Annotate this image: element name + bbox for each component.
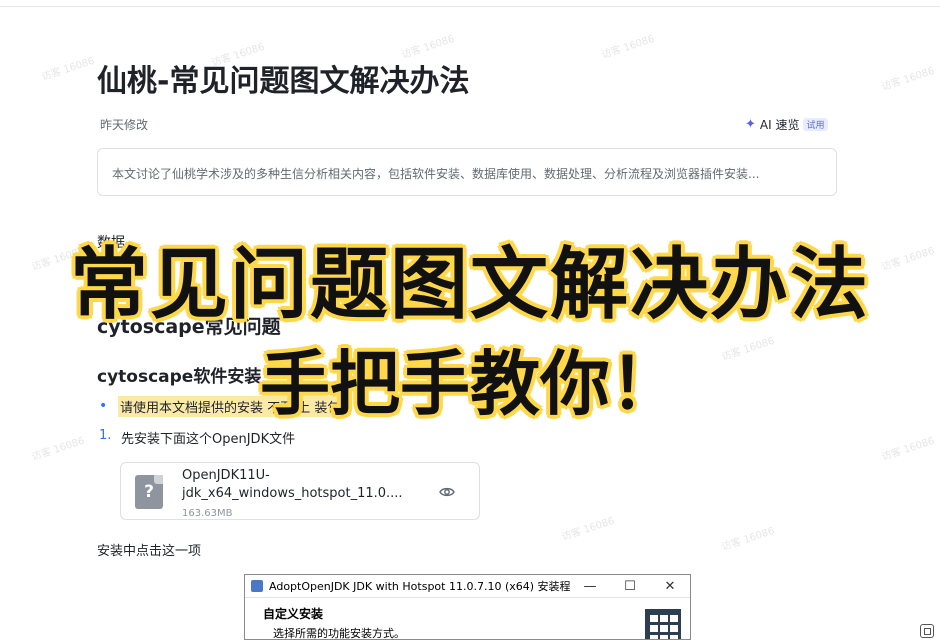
sparkle-icon: ✦ xyxy=(745,117,756,132)
installer-dialog-screenshot: AdoptOpenJDK JDK with Hotspot 11.0.7.10 … xyxy=(244,574,691,640)
list-number: 1. xyxy=(99,428,112,443)
ai-summary-box[interactable]: 本文讨论了仙桃学术涉及的多种生信分析相关内容，包括软件安装、数据库使用、数据处理… xyxy=(97,148,837,196)
list-item: 先安装下面这个OpenJDK文件 xyxy=(121,432,296,447)
side-panel-icon[interactable] xyxy=(920,624,934,638)
dialog-heading: 自定义安装 xyxy=(263,607,324,621)
watermark: 访客 16086 xyxy=(600,33,656,62)
instruction-text: 安装中点击这一项 xyxy=(97,544,202,559)
overlay-headline: 常见问题图文解决办法 xyxy=(68,239,870,332)
watermark: 访客 16086 xyxy=(880,65,936,94)
page-title: 仙桃-常见问题图文解决办法 xyxy=(97,64,470,99)
trial-badge: 试用 xyxy=(803,118,828,131)
installer-logo-icon xyxy=(645,609,681,639)
ai-summary-button[interactable]: ✦ AI 速览 试用 xyxy=(745,116,828,133)
file-attachment-card[interactable]: ? OpenJDK11U-jdk_x64_windows_hotspot_11.… xyxy=(120,462,480,520)
watermark: 访客 16086 xyxy=(560,515,616,544)
watermark: 访客 16086 xyxy=(880,435,936,464)
watermark: 访客 16086 xyxy=(720,525,776,554)
file-name: OpenJDK11U-jdk_x64_windows_hotspot_11.0.… xyxy=(182,468,403,501)
watermark: 访客 16086 xyxy=(40,55,96,84)
file-size: 163.63MB xyxy=(182,508,233,519)
unknown-file-icon: ? xyxy=(135,475,163,509)
dialog-title: AdoptOpenJDK JDK with Hotspot 11.0.7.10 … xyxy=(269,580,570,593)
top-divider xyxy=(0,6,940,7)
preview-eye-icon[interactable] xyxy=(439,484,455,500)
maximize-icon: ☐ xyxy=(624,578,636,594)
installer-app-icon xyxy=(251,580,263,592)
ai-summary-label: AI 速览 xyxy=(759,118,800,132)
overlay-subheadline: 手把手教你！ xyxy=(259,342,682,427)
dialog-titlebar: AdoptOpenJDK JDK with Hotspot 11.0.7.10 … xyxy=(245,575,690,598)
modified-time: 昨天修改 xyxy=(100,118,149,132)
watermark: 访客 16086 xyxy=(30,435,86,464)
minimize-icon: — xyxy=(583,578,597,594)
dialog-subheading: 选择所需的功能安装方式。 xyxy=(273,627,405,640)
close-icon: ✕ xyxy=(664,578,676,594)
